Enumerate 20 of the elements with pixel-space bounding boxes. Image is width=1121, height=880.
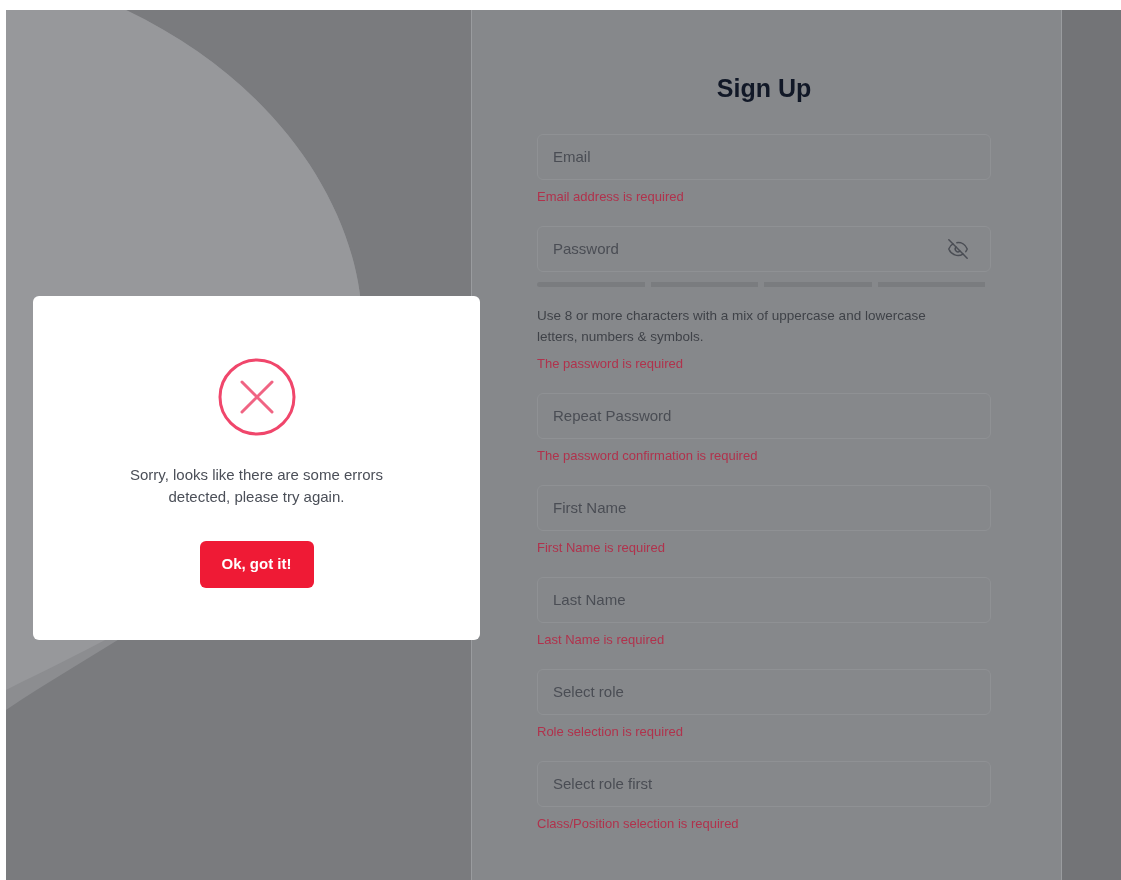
ok-button[interactable]: Ok, got it! [199,541,314,588]
error-message: Class/Position selection is required [537,814,740,833]
error-message: The password confirmation is required [537,446,759,465]
select-field[interactable]: Select role [537,668,991,715]
error-message: First Name is required [537,538,666,557]
error-message: The password is required [537,354,684,373]
form-title: Sign Up [715,73,813,104]
input-field[interactable]: Password [537,225,991,272]
hidden-eye-icon[interactable] [947,237,969,260]
error-message-text: Sorry, looks like there are some errors detected, please try again. [128,465,385,507]
password-hint: Use 8 or more characters with a mix of uppercase and lowercase letters, numbers & symbols. [537,306,927,346]
error-message: Email address is required [537,187,685,206]
input-field[interactable]: First Name [537,484,991,531]
input-field[interactable]: Last Name [537,576,991,623]
input-field[interactable]: Email [537,133,991,180]
input-field[interactable]: Repeat Password [537,392,991,439]
select-field[interactable]: Select role first [537,760,991,807]
error-x-icon [217,358,296,436]
error-message: Role selection is required [537,722,684,741]
error-message: Last Name is required [537,630,666,649]
